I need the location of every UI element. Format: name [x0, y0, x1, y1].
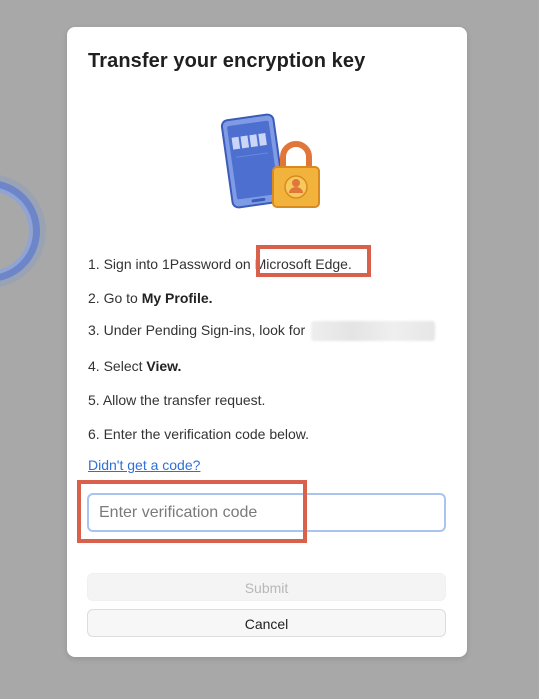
- annotation-box-browser: [256, 245, 371, 277]
- step-text: Sign into 1Password on: [103, 256, 255, 272]
- step-number: 1.: [88, 256, 100, 272]
- step-text: Go to: [103, 290, 142, 306]
- cancel-button[interactable]: Cancel: [87, 609, 446, 637]
- step-4: 4. Select View.: [88, 357, 181, 375]
- tablet-lock-icon: [220, 113, 320, 209]
- step-number: 5.: [88, 392, 100, 408]
- step-2: 2. Go to My Profile.: [88, 289, 213, 307]
- step-text: Under Pending Sign-ins, look for: [103, 322, 306, 338]
- step-text: Allow the transfer request.: [102, 392, 266, 408]
- step-6: 6. Enter the verification code below.: [88, 425, 309, 443]
- step-number: 3.: [88, 322, 100, 338]
- step-bold: View.: [146, 358, 182, 374]
- step-bold: My Profile.: [141, 290, 213, 306]
- step-3: 3. Under Pending Sign-ins, look for: [88, 321, 436, 342]
- step-number: 6.: [88, 426, 100, 442]
- didnt-get-code-link[interactable]: Didn't get a code?: [88, 457, 200, 473]
- step-text: Select: [103, 358, 147, 374]
- dialog-title: Transfer your encryption key: [88, 50, 366, 72]
- step-5: 5. Allow the transfer request.: [88, 391, 265, 409]
- submit-button[interactable]: Submit: [87, 573, 446, 601]
- step-number: 2.: [88, 290, 100, 306]
- redacted-device-name: [311, 321, 436, 342]
- background-spinner-ring: [0, 180, 40, 282]
- verification-code-input[interactable]: [87, 493, 446, 532]
- step-text: Enter the verification code below.: [103, 426, 310, 442]
- transfer-key-dialog: Transfer your encryption key 1. Sign int…: [67, 27, 467, 657]
- step-number: 4.: [88, 358, 100, 374]
